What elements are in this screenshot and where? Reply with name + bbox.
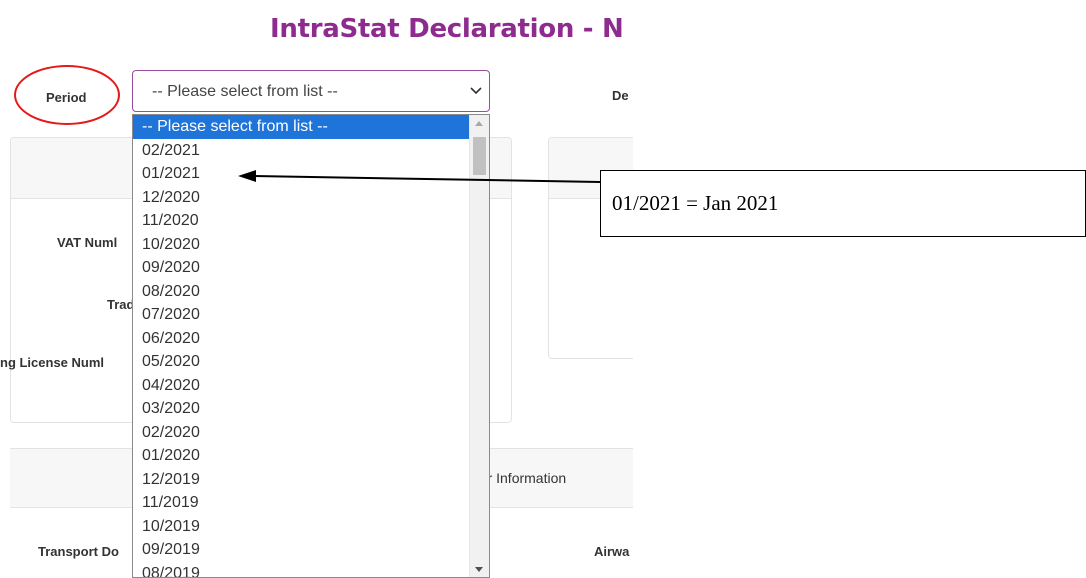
annotation-arrow-icon	[238, 170, 601, 183]
